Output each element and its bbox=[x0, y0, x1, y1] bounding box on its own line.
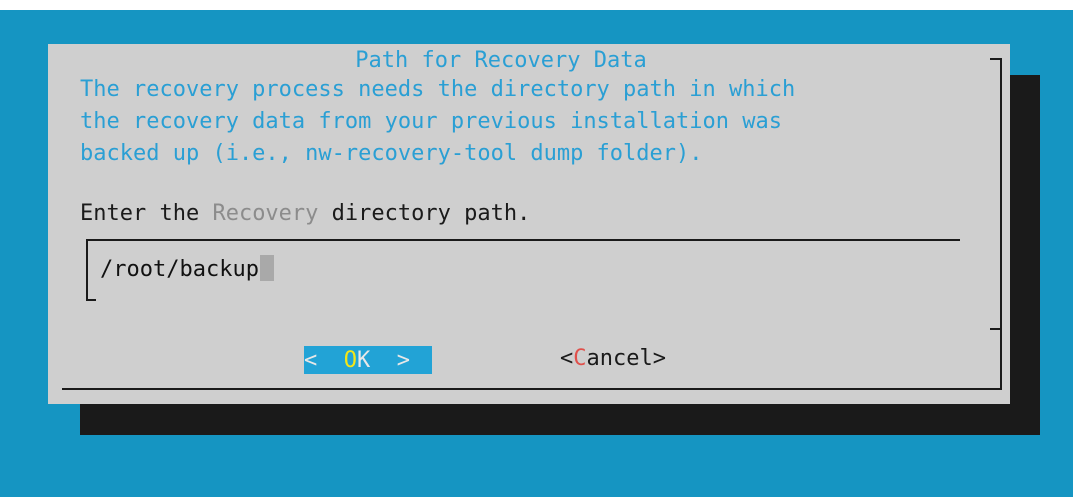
ok-button[interactable]: < OK > bbox=[304, 346, 432, 374]
ok-label-rest: K bbox=[357, 348, 371, 373]
cancel-button[interactable]: <Cancel> bbox=[560, 344, 666, 374]
border-bottom bbox=[62, 388, 1002, 390]
description-line-2: the recovery data from your previous ins… bbox=[80, 109, 782, 134]
description-line-3: backed up (i.e., nw-recovery-tool dump f… bbox=[80, 141, 703, 166]
ok-left-bracket: < bbox=[304, 348, 344, 373]
input-prompt: Enter the Recovery directory path. bbox=[80, 198, 530, 230]
window-top-edge bbox=[0, 0, 1073, 10]
prompt-highlight: Recovery bbox=[212, 201, 319, 226]
prompt-before: Enter the bbox=[80, 201, 213, 226]
cancel-hotkey: C bbox=[573, 346, 587, 371]
text-cursor bbox=[259, 255, 274, 281]
separator-right bbox=[990, 328, 1002, 330]
border-right bbox=[1000, 58, 1002, 390]
input-value[interactable]: /root/backup bbox=[100, 254, 274, 286]
cancel-label-rest: ancel bbox=[586, 346, 653, 371]
input-value-text: /root/backup bbox=[100, 257, 259, 282]
ok-hotkey: O bbox=[343, 348, 357, 373]
prompt-after: directory path. bbox=[318, 201, 531, 226]
dialog-title: Path for Recovery Data bbox=[355, 48, 647, 73]
input-border-top bbox=[86, 239, 960, 241]
ok-right-bracket: > bbox=[370, 348, 410, 373]
cancel-close-bracket: > bbox=[652, 346, 666, 371]
input-border-bottom-corner bbox=[86, 299, 96, 301]
cancel-open-bracket: < bbox=[560, 346, 574, 371]
description-line-1: The recovery process needs the directory… bbox=[80, 77, 796, 102]
input-border-left bbox=[86, 239, 88, 301]
